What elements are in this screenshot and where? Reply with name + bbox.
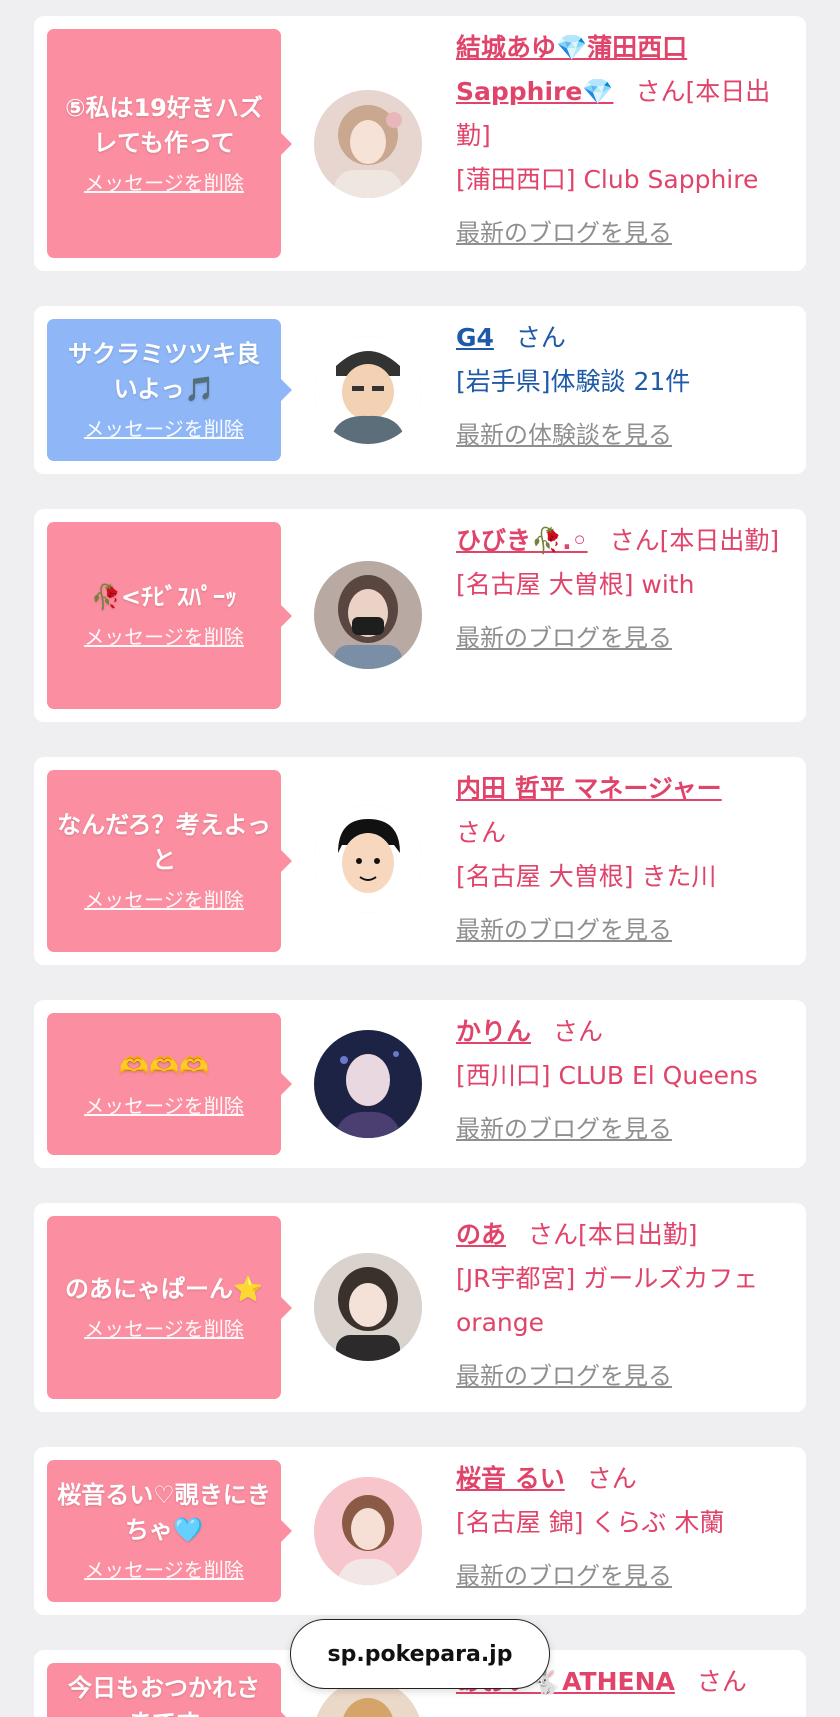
delete-message-link[interactable]: メッセージを削除 (84, 1092, 244, 1120)
latest-blog-link[interactable]: 最新のブログを見る (456, 216, 796, 250)
message-text: 今日もおつかれさまです (68, 1674, 260, 1717)
delete-message-link[interactable]: メッセージを削除 (84, 1315, 244, 1343)
message-text: 桜音るい♡覗きにきちゃ🩵 (57, 1481, 271, 1544)
user-name-link[interactable]: ひびき🥀.◦ (456, 526, 588, 555)
browser-url-bar[interactable]: sp.pokepara.jp (290, 1619, 550, 1689)
message-bubble: なんだろ？考えよっと メッセージを削除 (47, 770, 292, 952)
user-name-link[interactable]: かりん (456, 1017, 531, 1046)
message-text: なんだろ？考えよっと (57, 811, 271, 874)
user-name-link[interactable]: G4 (456, 323, 494, 352)
user-info: G4 さん [岩手県]体験談 21件 最新の体験談を見る (456, 316, 796, 452)
user-info: ひびき🥀.◦ さん[本日出勤] [名古屋 大曽根] with 最新のブログを見る (456, 519, 796, 655)
latest-review-link[interactable]: 最新の体験談を見る (456, 418, 796, 452)
user-info: かりん さん [西川口] CLUB El Queens 最新のブログを見る (456, 1010, 796, 1146)
user-name-link[interactable]: 内田 哲平 マネージャー (456, 774, 722, 803)
message-text: ⑤私は19好きハズレても作って (65, 93, 263, 157)
avatar[interactable] (314, 561, 422, 669)
latest-blog-link[interactable]: 最新のブログを見る (456, 1359, 796, 1393)
message-text: 🫶🫶🫶 (119, 1051, 209, 1080)
message-card: 桜音るい♡覗きにきちゃ🩵 メッセージを削除 桜音 るい さん [名古屋 錦] くら… (34, 1447, 806, 1615)
delete-message-link[interactable]: メッセージを削除 (84, 415, 244, 443)
avatar-photo (314, 561, 422, 669)
avatar-photo (314, 90, 422, 198)
message-card: 🫶🫶🫶 メッセージを削除 かりん さん [西川口] CLUB El Queens … (34, 1000, 806, 1168)
delete-message-link[interactable]: メッセージを削除 (84, 886, 244, 914)
message-text: のあにゃぱーん⭐ (65, 1275, 263, 1303)
honorific: さん (456, 818, 507, 847)
honorific: さん (553, 1017, 604, 1046)
honorific: さん (609, 526, 660, 555)
user-name-link[interactable]: のあ (456, 1220, 506, 1249)
latest-blog-link[interactable]: 最新のブログを見る (456, 913, 796, 947)
message-text: サクラミツツキ良いよっ🎵 (68, 340, 260, 403)
honorific: さん (515, 323, 566, 352)
avatar[interactable] (314, 90, 422, 198)
message-bubble: 今日もおつかれさまです (47, 1663, 292, 1717)
avatar-illustration (314, 336, 422, 444)
message-card: ⑤私は19好きハズレても作って メッセージを削除 結城あゆ💎蒲田西口Sapphi… (34, 16, 806, 271)
avatar[interactable] (314, 1477, 422, 1585)
user-name-link[interactable]: 桜音 るい (456, 1464, 565, 1493)
avatar[interactable] (314, 1253, 422, 1361)
latest-blog-link[interactable]: 最新のブログを見る (456, 621, 796, 655)
status-text: [本日出勤] (659, 526, 780, 555)
message-bubble: 🫶🫶🫶 メッセージを削除 (47, 1013, 292, 1155)
delete-message-link[interactable]: メッセージを削除 (84, 169, 244, 197)
shop-text: [名古屋 大曽根] with (456, 570, 695, 599)
avatar[interactable] (314, 1030, 422, 1138)
message-bubble: サクラミツツキ良いよっ🎵 メッセージを削除 (47, 319, 292, 461)
page: ⑤私は19好きハズレても作って メッセージを削除 結城あゆ💎蒲田西口Sapphi… (0, 0, 840, 1717)
message-bubble: ⑤私は19好きハズレても作って メッセージを削除 (47, 29, 292, 258)
message-bubble: 桜音るい♡覗きにきちゃ🩵 メッセージを削除 (47, 1460, 292, 1602)
avatar-photo (314, 1030, 422, 1138)
avatar[interactable] (314, 336, 422, 444)
shop-text: [名古屋 錦] くらぶ 木蘭 (456, 1508, 725, 1537)
shop-text: [西川口] CLUB El Queens (456, 1061, 758, 1090)
user-info: 内田 哲平 マネージャー さん [名古屋 大曽根] きた川 最新のブログを見る (456, 767, 796, 947)
status-text: [本日出勤] (578, 1220, 698, 1249)
honorific: さん (635, 77, 686, 106)
honorific: さん (586, 1464, 637, 1493)
avatar-illustration (314, 805, 422, 913)
avatar[interactable] (314, 805, 422, 913)
honorific: さん (696, 1667, 747, 1696)
message-text: 🥀<ﾁﾋﾞｽﾊﾟｰｯ (91, 583, 237, 611)
shop-text: [岩手県]体験談 21件 (456, 367, 691, 396)
delete-message-link[interactable]: メッセージを削除 (84, 1556, 244, 1584)
latest-blog-link[interactable]: 最新のブログを見る (456, 1559, 796, 1593)
message-card: なんだろ？考えよっと メッセージを削除 内田 哲平 マネージャー さん [名古屋… (34, 757, 806, 965)
message-card: のあにゃぱーん⭐ メッセージを削除 のあ さん[本日出勤] [JR宇都宮] ガール… (34, 1203, 806, 1412)
avatar-photo (314, 1253, 422, 1361)
shop-text: [JR宇都宮] ガールズカフェ orange (456, 1264, 759, 1337)
user-info: 桜音 るい さん [名古屋 錦] くらぶ 木蘭 最新のブログを見る (456, 1457, 796, 1593)
message-bubble: 🥀<ﾁﾋﾞｽﾊﾟｰｯ メッセージを削除 (47, 522, 292, 709)
shop-text: [名古屋 大曽根] きた川 (456, 862, 717, 891)
shop-text: [蒲田西口] Club Sapphire (456, 165, 759, 194)
message-bubble: のあにゃぱーん⭐ メッセージを削除 (47, 1216, 292, 1399)
avatar-photo (314, 1477, 422, 1585)
delete-message-link[interactable]: メッセージを削除 (84, 623, 244, 651)
honorific: さん (528, 1220, 579, 1249)
user-info: 結城あゆ💎蒲田西口Sapphire💎 さん[本日出勤] [蒲田西口] Club S… (456, 26, 796, 250)
message-card: サクラミツツキ良いよっ🎵 メッセージを削除 G4 さん [岩手県]体験談 21件 … (34, 306, 806, 474)
message-card: 🥀<ﾁﾋﾞｽﾊﾟｰｯ メッセージを削除 ひびき🥀.◦ さん[本日出勤] [名古屋 … (34, 509, 806, 722)
latest-blog-link[interactable]: 最新のブログを見る (456, 1112, 796, 1146)
user-info: のあ さん[本日出勤] [JR宇都宮] ガールズカフェ orange 最新のブログ… (456, 1213, 796, 1393)
